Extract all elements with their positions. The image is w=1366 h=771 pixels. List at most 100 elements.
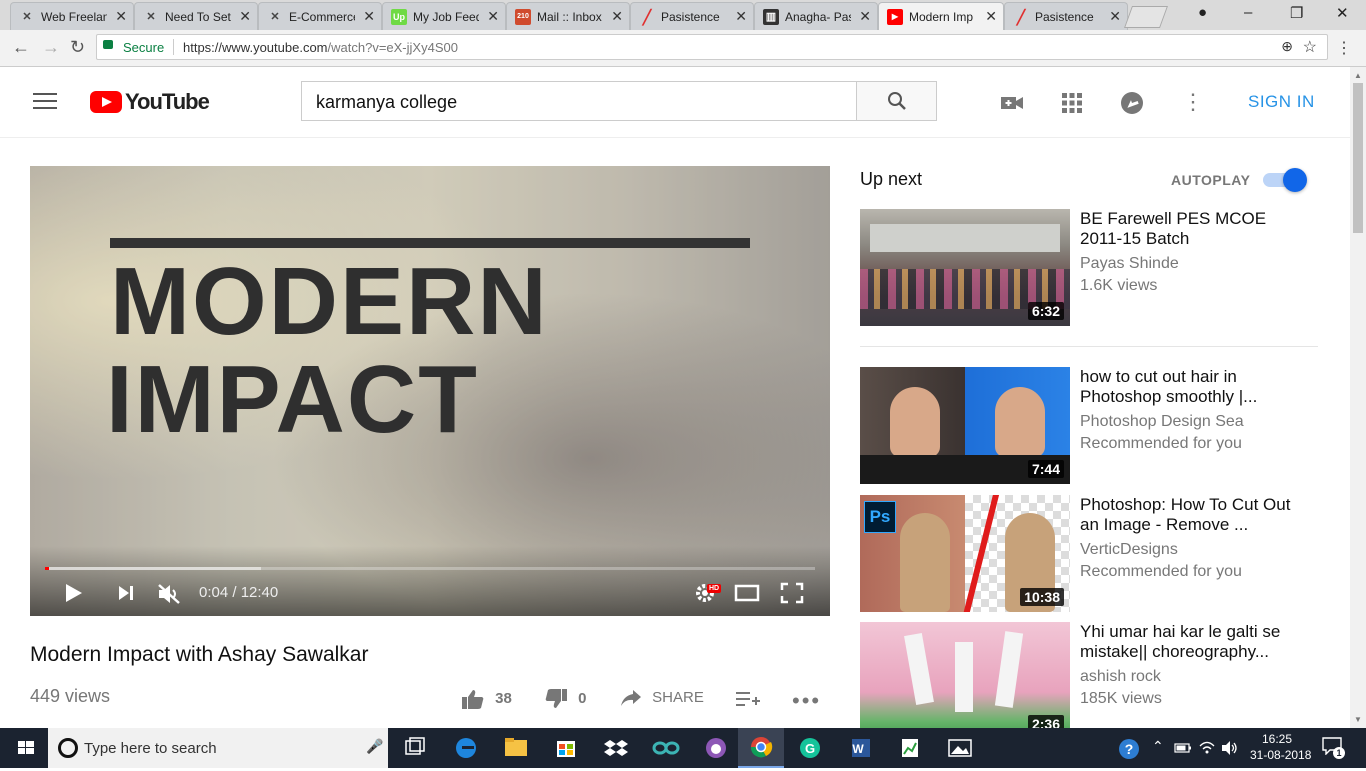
next-icon[interactable]	[116, 582, 136, 604]
taskbar-search-box[interactable]: Type here to search 🎤	[48, 728, 388, 768]
dislike-button[interactable]: 0	[544, 688, 587, 710]
channel-name[interactable]: VerticDesigns	[1080, 541, 1178, 559]
video-title[interactable]: how to cut out hair in Photoshop smoothl…	[1080, 367, 1300, 407]
scrollbar-thumb[interactable]	[1353, 83, 1363, 233]
more-options-icon[interactable]: ⋮	[1182, 91, 1204, 115]
recommended-video[interactable]: 2:36 Yhi umar hai kar le galti se mistak…	[860, 622, 1320, 740]
toggle-knob	[1283, 168, 1307, 192]
close-icon[interactable]: ✕	[363, 8, 375, 25]
close-icon[interactable]: ✕	[487, 8, 499, 25]
close-icon[interactable]: ✕	[1109, 8, 1121, 25]
profile-icon[interactable]: ●	[1198, 4, 1207, 21]
forward-icon[interactable]: →	[42, 37, 60, 58]
show-hidden-icons-icon[interactable]: ⌃	[1152, 738, 1164, 755]
play-icon[interactable]	[64, 582, 84, 604]
url-host: https://www.youtube.com	[183, 40, 328, 55]
search-button[interactable]	[856, 81, 937, 121]
search-input[interactable]	[302, 82, 858, 122]
reload-icon[interactable]: ↻	[70, 37, 85, 58]
browser-tab[interactable]: ╱ Pasistence ✕	[630, 2, 754, 30]
apps-grid-icon[interactable]	[1060, 91, 1084, 115]
minimize-icon[interactable]: –	[1244, 4, 1252, 21]
browser-tab-label: Web Freelan	[41, 10, 107, 24]
fullscreen-icon[interactable]	[780, 582, 804, 604]
battery-icon[interactable]	[1174, 741, 1192, 755]
recommended-video[interactable]: Ps 10:38 Photoshop: How To Cut Out an Im…	[860, 495, 1320, 613]
chrome-taskbar-button[interactable]	[738, 728, 784, 768]
recommended-video[interactable]: 7:44 how to cut out hair in Photoshop sm…	[860, 367, 1320, 485]
close-icon[interactable]: ✕	[735, 8, 747, 25]
autoplay-toggle[interactable]	[1263, 168, 1307, 192]
browser-tab[interactable]: Up My Job Feed ✕	[382, 2, 506, 30]
volume-icon[interactable]	[1221, 740, 1239, 756]
dropbox-icon[interactable]	[594, 728, 638, 768]
edge-browser-icon[interactable]	[444, 728, 488, 768]
recommended-video[interactable]: 6:32 BE Farewell PES MCOE 2011-15 Batch …	[860, 209, 1320, 327]
windows-start-icon[interactable]	[4, 728, 48, 768]
clock-time[interactable]: 16:25	[1262, 732, 1292, 746]
task-view-icon[interactable]	[394, 728, 438, 768]
sign-in-button[interactable]: SIGN IN	[1248, 92, 1315, 112]
word-icon[interactable]: W	[838, 728, 882, 768]
browser-tab[interactable]: 210 Mail :: Inbox ✕	[506, 2, 630, 30]
scroll-up-icon[interactable]: ▲	[1354, 71, 1362, 80]
video-title[interactable]: Yhi umar hai kar le galti se mistake|| c…	[1080, 622, 1300, 662]
spreadsheet-icon[interactable]	[888, 728, 932, 768]
github-desktop-icon[interactable]	[694, 728, 738, 768]
close-icon[interactable]: ✕	[239, 8, 251, 25]
browser-tab[interactable]: ▥ Anagha- Pas ✕	[754, 2, 878, 30]
more-actions-icon[interactable]: •••	[792, 688, 821, 714]
video-title[interactable]: Photoshop: How To Cut Out an Image - Rem…	[1080, 495, 1300, 535]
file-explorer-icon[interactable]	[494, 728, 538, 768]
theater-mode-icon[interactable]	[734, 582, 760, 604]
browser-menu-icon[interactable]: ⋮	[1336, 38, 1352, 58]
progress-bar[interactable]	[45, 567, 815, 570]
hamburger-menu-icon[interactable]	[33, 93, 57, 111]
browser-tab[interactable]: ✕ E-Commerce ✕	[258, 2, 382, 30]
video-thumbnail[interactable]: 7:44	[860, 367, 1070, 484]
channel-name[interactable]: Payas Shinde	[1080, 255, 1179, 273]
back-icon[interactable]: ←	[12, 37, 30, 58]
wifi-icon[interactable]	[1199, 740, 1215, 756]
scroll-down-icon[interactable]: ▼	[1354, 715, 1362, 724]
share-button[interactable]: SHARE	[620, 688, 704, 708]
close-window-icon[interactable]: ✕	[1336, 4, 1349, 22]
video-title[interactable]: BE Farewell PES MCOE 2011-15 Batch	[1080, 209, 1300, 249]
browser-tab[interactable]: ✕ Web Freelan ✕	[10, 2, 134, 30]
like-button[interactable]: 38	[461, 688, 512, 710]
bookmark-star-icon[interactable]: ☆	[1303, 37, 1317, 57]
clock-date[interactable]: 31-08-2018	[1250, 748, 1311, 762]
browser-tab[interactable]: ✕ Need To Set ✕	[134, 2, 258, 30]
grammarly-icon[interactable]: G	[788, 728, 832, 768]
close-icon[interactable]: ✕	[611, 8, 623, 25]
video-thumbnail[interactable]: Ps 10:38	[860, 495, 1070, 612]
channel-name[interactable]: ashish rock	[1080, 668, 1161, 686]
address-bar[interactable]: Secure https://www.youtube.com/watch?v=e…	[96, 34, 1328, 60]
video-thumbnail[interactable]: 6:32	[860, 209, 1070, 326]
close-icon[interactable]: ✕	[115, 8, 127, 25]
photos-icon[interactable]	[938, 728, 982, 768]
video-thumbnail[interactable]: 2:36	[860, 622, 1070, 739]
store-icon[interactable]	[544, 728, 588, 768]
share-messages-icon[interactable]	[1120, 91, 1144, 115]
browser-tab-active[interactable]: ▶ Modern Imp ✕	[878, 2, 1004, 31]
url-text[interactable]: https://www.youtube.com/watch?v=eX-jjXy4…	[183, 40, 458, 55]
close-icon[interactable]: ✕	[985, 8, 997, 25]
zoom-icon[interactable]: ⊕	[1281, 38, 1293, 55]
new-tab-button[interactable]	[1123, 6, 1169, 28]
action-center-button[interactable]: 1	[1322, 737, 1346, 759]
search-box[interactable]	[301, 81, 858, 122]
add-to-playlist-icon[interactable]	[736, 690, 760, 708]
arduino-icon[interactable]	[644, 728, 688, 768]
page-scrollbar[interactable]: ▲ ▼	[1350, 67, 1366, 728]
video-player[interactable]: MODERN IMPACT 0:04 / 12:40 HD	[30, 166, 830, 616]
browser-tab[interactable]: ╱ Pasistence ✕	[1004, 2, 1128, 30]
mute-icon[interactable]	[156, 582, 182, 606]
channel-name[interactable]: Photoshop Design Sea	[1080, 413, 1244, 431]
help-icon[interactable]: ?	[1118, 738, 1140, 760]
upload-video-icon[interactable]	[1000, 91, 1024, 115]
youtube-logo-text: YouTube	[125, 89, 210, 114]
close-icon[interactable]: ✕	[859, 8, 871, 25]
microphone-icon[interactable]: 🎤	[366, 738, 383, 755]
restore-icon[interactable]: ❐	[1290, 4, 1303, 22]
